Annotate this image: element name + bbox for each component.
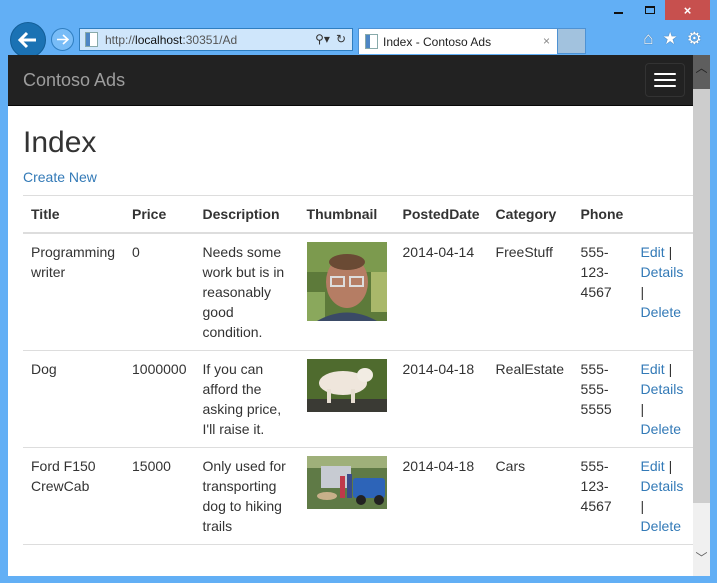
brand-link[interactable]: Contoso Ads [23, 70, 125, 91]
new-tab-button[interactable] [558, 28, 586, 54]
header-posted-date: PostedDate [394, 195, 488, 234]
menu-bar-icon [654, 79, 676, 81]
table-row: Dog 1000000 If you can afford the asking… [23, 350, 693, 448]
minimize-icon [614, 12, 623, 14]
delete-link[interactable]: Delete [641, 304, 681, 320]
url-suffix: :30351/Ad [182, 32, 238, 47]
cell-category: Cars [487, 447, 573, 545]
window-controls: × [603, 0, 710, 20]
thumbnail-image [306, 242, 387, 321]
tab-close-icon[interactable]: × [543, 34, 550, 48]
address-bar[interactable]: http://localhost:30351/Ad ⚲▾ ↻ [79, 28, 353, 51]
separator: | [640, 498, 645, 514]
separator: | [640, 284, 645, 300]
cell-thumbnail [298, 447, 395, 545]
edit-link[interactable]: Edit [641, 458, 665, 474]
thumbnail-image [306, 456, 387, 509]
cell-phone: 555-123-4567 [572, 447, 633, 545]
cell-posted-date: 2014-04-18 [394, 447, 488, 545]
main-content: Index Create New Title Price Description… [8, 126, 693, 565]
separator: | [668, 361, 673, 377]
header-actions [632, 195, 693, 234]
cell-price: 0 [124, 232, 195, 351]
page-icon [85, 32, 98, 47]
navbar: Contoso Ads [8, 55, 710, 106]
tab-page-icon [365, 34, 378, 49]
cell-price: 15000 [124, 447, 195, 545]
vertical-scrollbar[interactable]: ︿ ﹀ [693, 55, 710, 576]
cell-description: If you can afford the asking price, I'll… [194, 350, 299, 448]
search-icon[interactable]: ⚲▾ [315, 32, 330, 46]
header-title: Title [23, 195, 124, 234]
back-arrow-icon [18, 31, 36, 49]
url-prefix: http:// [105, 32, 136, 47]
browser-tab[interactable]: Index - Contoso Ads × [358, 28, 558, 54]
header-price: Price [124, 195, 195, 234]
details-link[interactable]: Details [641, 381, 684, 397]
gear-icon[interactable]: ⚙ [687, 29, 702, 49]
cell-thumbnail [298, 350, 395, 448]
separator: | [640, 401, 645, 417]
separator: | [668, 458, 673, 474]
cell-title: Dog [23, 350, 124, 448]
create-new-link[interactable]: Create New [23, 169, 97, 185]
cell-category: FreeStuff [487, 232, 573, 351]
scroll-thumb[interactable] [693, 89, 710, 503]
cell-actions: Edit | Details | Delete [632, 232, 693, 351]
thumbnail-image [306, 359, 387, 412]
cell-actions: Edit | Details | Delete [632, 447, 693, 545]
header-phone: Phone [572, 195, 633, 234]
details-link[interactable]: Details [641, 264, 684, 280]
table-header-row: Title Price Description Thumbnail Posted… [23, 195, 693, 234]
minimize-button[interactable] [603, 0, 634, 20]
close-window-button[interactable]: × [665, 0, 710, 20]
cell-phone: 555-123-4567 [572, 232, 633, 351]
cell-title: Ford F150 CrewCab [23, 447, 124, 545]
url-host: localhost [135, 32, 183, 47]
delete-link[interactable]: Delete [641, 518, 681, 534]
home-icon[interactable]: ⌂ [643, 29, 653, 49]
table-row-partial [23, 544, 693, 565]
header-description: Description [194, 195, 299, 234]
cell-posted-date: 2014-04-14 [394, 232, 488, 351]
browser-toolbar: ⌂ ★ ⚙ [643, 29, 702, 49]
star-icon[interactable]: ★ [663, 29, 678, 49]
cell-posted-date: 2014-04-18 [394, 350, 488, 448]
edit-link[interactable]: Edit [641, 361, 665, 377]
forward-arrow-icon [57, 34, 69, 45]
page-title: Index [23, 126, 97, 159]
refresh-icon[interactable]: ↻ [336, 32, 346, 46]
tab-title: Index - Contoso Ads [383, 34, 492, 49]
menu-bar-icon [654, 73, 676, 75]
maximize-icon [644, 6, 655, 14]
scroll-up-icon[interactable]: ︿ [693, 55, 710, 89]
page-viewport: Contoso Ads Index Create New Title Price… [8, 55, 710, 576]
ads-table: Title Price Description Thumbnail Posted… [23, 195, 693, 565]
cell-price: 1000000 [124, 350, 195, 448]
details-link[interactable]: Details [641, 478, 684, 494]
cell-description: Only used for transporting dog to hiking… [194, 447, 299, 545]
separator: | [668, 244, 673, 260]
cell-phone: 555-555-5555 [572, 350, 633, 448]
table-row: Ford F150 CrewCab 15000 Only used for tr… [23, 447, 693, 545]
scroll-down-icon[interactable]: ﹀ [693, 549, 710, 566]
forward-button[interactable] [51, 28, 74, 51]
header-category: Category [487, 195, 573, 234]
header-thumbnail: Thumbnail [298, 195, 395, 234]
cell-title: Programming writer [23, 232, 124, 351]
table-row: Programming writer 0 Needs some work but… [23, 232, 693, 351]
menu-toggle-button[interactable] [645, 63, 685, 97]
cell-description: Needs some work but is in reasonably goo… [194, 232, 299, 351]
cell-actions: Edit | Details | Delete [632, 350, 693, 448]
cell-category: RealEstate [487, 350, 573, 448]
edit-link[interactable]: Edit [641, 244, 665, 260]
delete-link[interactable]: Delete [641, 421, 681, 437]
maximize-button[interactable] [634, 0, 665, 20]
back-button[interactable] [10, 22, 46, 58]
menu-bar-icon [654, 85, 676, 87]
cell-thumbnail [298, 232, 395, 351]
